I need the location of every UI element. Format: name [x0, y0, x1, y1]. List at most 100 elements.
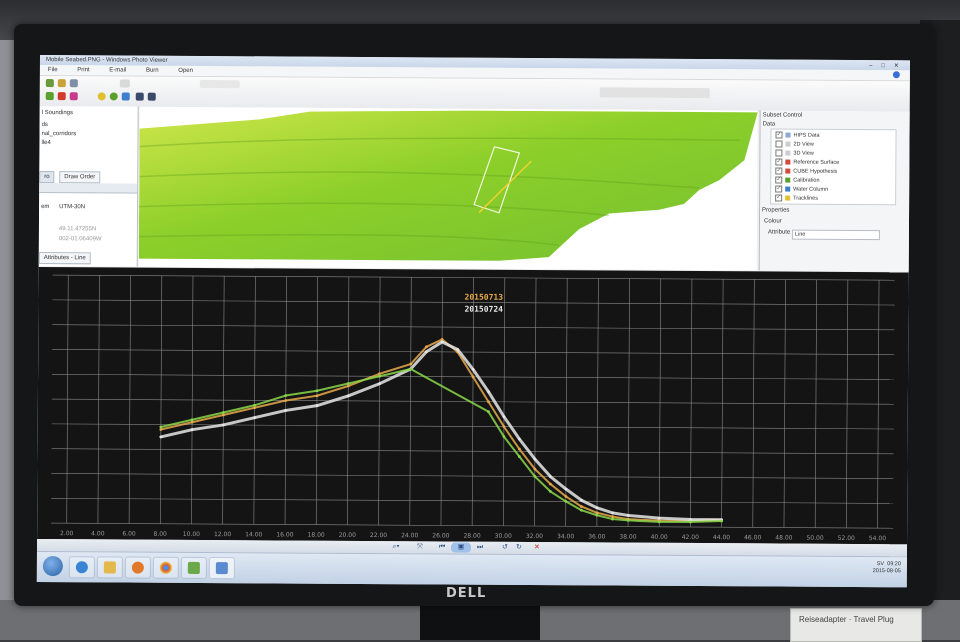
layer-row[interactable]: nal_corridors	[41, 131, 76, 137]
taskbar-ie[interactable]	[68, 556, 95, 579]
panel-tab-prefix[interactable]: ro	[39, 170, 55, 184]
x-tick-label: 14.00	[245, 531, 262, 538]
data-point	[315, 394, 319, 398]
data-point	[720, 519, 724, 523]
layers-icon[interactable]	[121, 92, 130, 101]
tree-item[interactable]: ✓ HIPS Data	[775, 131, 820, 139]
x-tick-label: 28.00	[463, 533, 480, 540]
colour-label: Colour	[763, 218, 782, 225]
x-tick-label: 44.00	[713, 534, 730, 541]
data-point	[253, 403, 256, 407]
tool-box-icon[interactable]	[119, 79, 130, 88]
edit-icon[interactable]	[69, 92, 78, 101]
cross-icon[interactable]	[57, 92, 66, 101]
layer-row[interactable]: lle4	[41, 140, 50, 146]
taskbar-explorer[interactable]	[96, 556, 123, 579]
x-tick-label: 18.00	[308, 532, 325, 539]
data-point	[595, 511, 599, 515]
seabed-surface-svg[interactable]	[138, 107, 758, 271]
tree-item[interactable]: ✓ Calibration	[775, 176, 820, 184]
zoom-tool-icon[interactable]	[147, 92, 156, 101]
data-point	[548, 475, 552, 478]
clock-date[interactable]: 2015-08-05	[873, 568, 901, 574]
taskbar-chrome[interactable]	[152, 556, 179, 579]
rotate-cw-button[interactable]: ↻	[513, 543, 525, 553]
taskbar-media[interactable]	[124, 556, 151, 579]
data-point	[409, 367, 413, 371]
rotate-ccw-button[interactable]: ↺	[499, 543, 511, 553]
data-point	[425, 350, 428, 354]
bulb-icon[interactable]	[97, 92, 106, 101]
field-value: UTM-30N	[59, 204, 86, 211]
tree-item[interactable]: ✓ Water Column	[775, 185, 828, 193]
menu-open[interactable]: Open	[178, 68, 193, 74]
tree-checkbox[interactable]: ✓	[775, 158, 783, 166]
tree-item[interactable]: ✓ CUBE Hypothesis	[775, 167, 838, 175]
menu-burn[interactable]: Burn	[146, 68, 159, 74]
layer-icon	[785, 141, 791, 147]
data-point	[564, 487, 568, 491]
surface-map-view[interactable]	[138, 106, 758, 271]
data-point	[221, 423, 225, 427]
zoom-button[interactable]: ⌕▾	[387, 542, 405, 552]
tree-checkbox[interactable]: ✓	[775, 185, 783, 193]
layer-icon	[785, 195, 791, 201]
select-tool-icon[interactable]	[135, 92, 144, 101]
language-indicator[interactable]: SV	[877, 561, 884, 567]
refresh-icon[interactable]	[109, 92, 118, 101]
tree-checkbox[interactable]	[775, 149, 783, 157]
maximize-icon[interactable]: □	[875, 63, 888, 69]
data-point	[159, 428, 163, 431]
slideshow-button[interactable]: ▣	[450, 542, 472, 553]
open-icon[interactable]	[45, 79, 54, 88]
tree-item[interactable]: 3D View	[775, 149, 814, 157]
data-point	[159, 435, 163, 439]
data-point	[580, 505, 583, 508]
x-tick-label: 46.00	[744, 534, 761, 541]
next-button[interactable]: ⏭	[473, 543, 487, 553]
x-tick-label: 30.00	[495, 533, 512, 540]
clock-time[interactable]: 09:20	[887, 561, 901, 567]
menu-print[interactable]: Print	[77, 67, 89, 73]
tree-checkbox[interactable]: ✓	[775, 131, 783, 139]
layer-row[interactable]: l Soundings	[42, 110, 73, 116]
tree-item[interactable]: ✓ Tracklines	[775, 194, 818, 202]
tab-attributes[interactable]: Attributes - Line	[38, 251, 91, 265]
folder-icon[interactable]	[57, 79, 66, 88]
data-point	[471, 375, 475, 379]
check-icon[interactable]	[45, 92, 54, 101]
monitor-stand	[420, 604, 540, 640]
tree-item[interactable]: ✓ Reference Surface	[775, 158, 839, 166]
minimize-icon[interactable]: –	[863, 63, 875, 69]
layer-row[interactable]: ds	[42, 122, 48, 128]
taskbar-photo-viewer[interactable]	[208, 557, 235, 580]
attribute-select[interactable]: Line	[791, 229, 880, 241]
system-tray: SV 09:20 2015-08-05	[873, 561, 901, 575]
menu-file[interactable]: File	[48, 67, 58, 73]
fit-button[interactable]: ⤧	[413, 542, 427, 552]
data-point	[518, 437, 521, 441]
tree-checkbox[interactable]: ✓	[775, 176, 783, 184]
delete-button[interactable]: ✕	[531, 543, 543, 553]
tree-checkbox[interactable]: ✓	[775, 167, 783, 175]
tree-checkbox[interactable]	[775, 140, 783, 148]
save-icon[interactable]	[69, 79, 78, 88]
data-point	[284, 409, 288, 412]
tree-item[interactable]: 2D View	[775, 140, 814, 148]
close-icon[interactable]: ✕	[888, 63, 902, 69]
tree-checkbox[interactable]: ✓	[775, 194, 783, 202]
tab-draw-order[interactable]: Draw Order	[59, 171, 101, 184]
media-player-icon	[131, 561, 144, 574]
x-tick-label: 24.00	[401, 532, 418, 539]
taskbar-app[interactable]	[180, 556, 207, 580]
tree-item-label: CUBE Hypothesis	[793, 168, 838, 175]
data-point	[657, 520, 661, 524]
help-icon[interactable]	[892, 71, 900, 79]
previous-button[interactable]: ⏮	[435, 542, 449, 552]
data-point	[378, 382, 381, 386]
start-button[interactable]	[42, 556, 63, 577]
menu-email[interactable]: E-mail	[109, 67, 126, 73]
toolbar-inactive-icon	[599, 87, 710, 99]
window-title: Mobile Seabed.PNG - Windows Photo Viewer	[45, 57, 168, 64]
data-tree[interactable]: ✓ HIPS Data 2D View 3D View ✓ Reference Surfa…	[770, 128, 897, 206]
